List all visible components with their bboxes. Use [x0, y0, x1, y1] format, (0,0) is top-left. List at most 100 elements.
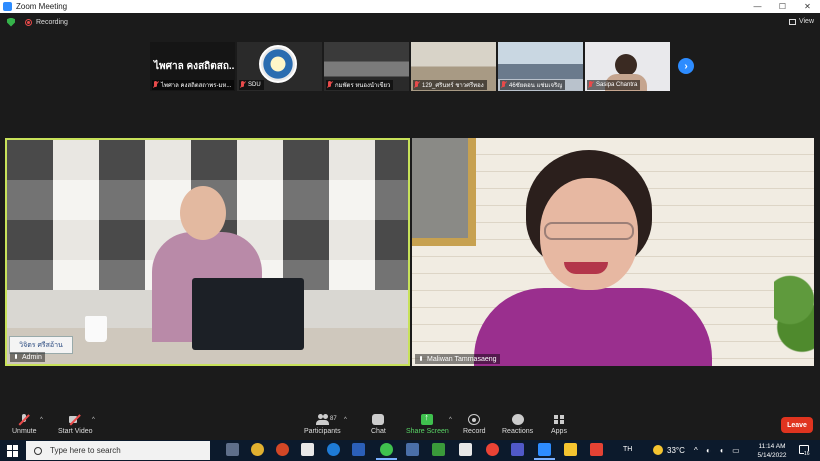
weather-widget[interactable]: 33°C: [653, 445, 685, 455]
video-off-icon: [69, 414, 81, 425]
participant-smile: [564, 262, 608, 274]
participants-count: 87: [330, 416, 337, 422]
laptop: [192, 278, 304, 350]
share-screen-button[interactable]: Share Screen: [406, 412, 449, 435]
participant-label: 46ชัยตอน แช่มเจริญ: [500, 80, 566, 90]
leave-button[interactable]: Leave: [781, 417, 813, 433]
video-name-label: Maliwan Tammasaeng: [415, 354, 500, 364]
close-button[interactable]: ✕: [795, 0, 820, 13]
mic-muted-icon: [500, 81, 507, 89]
apps-label: Apps: [551, 428, 567, 435]
system-tray-icons[interactable]: ^ ◐ ◖ ▭: [694, 446, 743, 455]
participant-video[interactable]: Maliwan Tammasaeng: [412, 138, 814, 366]
participant-thumbnail[interactable]: Sasipa Chantra: [585, 42, 670, 91]
participants-icon: [316, 414, 330, 425]
sun-icon: [653, 445, 663, 455]
unmute-button[interactable]: Unmute: [12, 414, 37, 435]
task-view-icon[interactable]: [226, 443, 239, 456]
edge-icon[interactable]: [327, 443, 340, 456]
zoom-taskbar-icon[interactable]: [534, 443, 555, 460]
reactions-icon: [511, 414, 524, 425]
plant: [774, 264, 814, 354]
temperature: 33°C: [667, 445, 685, 455]
view-grid-icon: [788, 18, 796, 25]
windows-start-icon[interactable]: [7, 444, 19, 457]
xbox-icon[interactable]: [432, 443, 445, 456]
record-button[interactable]: Record: [463, 414, 486, 435]
mic-muted-icon: [587, 81, 594, 89]
record-label: Record: [463, 428, 486, 435]
recording-icon: [25, 18, 32, 26]
notification-count: 16: [804, 451, 810, 457]
status-bar: Recording View: [0, 13, 820, 31]
unmute-label: Unmute: [12, 428, 37, 435]
window-title: Zoom Meeting: [16, 2, 68, 11]
participants-label: Participants: [304, 428, 341, 435]
acrobat-icon[interactable]: [590, 443, 603, 456]
apps-icon: [553, 414, 565, 425]
university-logo: [259, 45, 297, 83]
record-icon: [468, 414, 481, 425]
app-icon[interactable]: [459, 443, 472, 456]
language-indicator[interactable]: TH: [623, 446, 632, 453]
video-participant-name: Admin: [22, 353, 42, 361]
view-label: View: [798, 18, 814, 25]
mic-icon: [418, 355, 424, 363]
video-options-caret[interactable]: ^: [92, 417, 95, 423]
window-controls: — ☐ ✕: [745, 0, 820, 13]
participant-body: [474, 288, 712, 366]
mic-muted-icon: [152, 81, 159, 89]
chrome-icon[interactable]: [251, 443, 264, 456]
chat-icon: [372, 414, 385, 425]
mic-muted-icon: [413, 81, 420, 89]
apps-button[interactable]: Apps: [551, 414, 567, 435]
mic-icon: [13, 353, 19, 361]
next-page-button[interactable]: ›: [678, 58, 694, 74]
participant-thumbnail[interactable]: กมพัตร หนองนำเขียว: [324, 42, 409, 91]
start-video-button[interactable]: Start Video: [58, 414, 93, 435]
teams-icon[interactable]: [511, 443, 524, 456]
file-explorer-icon[interactable]: [564, 443, 577, 456]
participant-name-display: ไพศาล คงสถิตสถ...: [154, 61, 235, 72]
powerpoint-icon[interactable]: [276, 443, 289, 456]
participant-thumbnail[interactable]: SDU: [237, 42, 322, 91]
cup: [85, 316, 107, 342]
participant-name: SDU: [248, 82, 261, 88]
file-icon[interactable]: [301, 443, 314, 456]
calculator-icon[interactable]: [406, 443, 419, 456]
encryption-shield-icon[interactable]: [7, 17, 15, 27]
participant-name: ไพศาล คงสถิตสถาพร-มห...: [161, 83, 232, 89]
line-icon[interactable]: [376, 443, 397, 460]
participant-video-head: [615, 54, 637, 76]
chat-button[interactable]: Chat: [371, 414, 386, 435]
participants-options-caret[interactable]: ^: [344, 417, 347, 423]
chrome-alt-icon[interactable]: [486, 443, 499, 456]
participant-thumbnail[interactable]: 129_ศรินทร์ ชาวศรีทอง: [411, 42, 496, 91]
clock-date: 5/14/2022: [757, 452, 787, 459]
audio-options-caret[interactable]: ^: [40, 417, 43, 423]
mic-muted-icon: [239, 81, 246, 89]
active-speaker-video[interactable]: วิจิตร ศรีสอ้าน Admin: [5, 138, 410, 366]
minimize-button[interactable]: —: [745, 0, 770, 13]
share-options-caret[interactable]: ^: [449, 417, 452, 423]
participant-label: ไพศาล คงสถิตสถาพร-มห...: [152, 80, 235, 90]
speaker-head: [180, 186, 226, 240]
video-name-label: Admin: [10, 352, 45, 362]
reactions-label: Reactions: [502, 428, 534, 435]
reactions-button[interactable]: Reactions: [502, 414, 533, 435]
view-button[interactable]: View: [788, 16, 814, 27]
mic-muted-icon: [326, 81, 333, 89]
clock-time: 11:14 AM: [758, 443, 786, 450]
word-icon[interactable]: [352, 443, 365, 456]
taskbar-search-box[interactable]: Type here to search: [26, 441, 210, 460]
maximize-button[interactable]: ☐: [770, 0, 795, 13]
search-icon: [34, 446, 42, 455]
participant-label: กมพัตร หนองนำเขียว: [326, 80, 394, 90]
participant-thumbnail[interactable]: ไพศาล คงสถิตสถ... ไพศาล คงสถิตสถาพร-มห..…: [150, 42, 235, 91]
taskbar-clock[interactable]: 11:14 AM 5/14/2022: [752, 442, 792, 460]
zoom-window: Zoom Meeting — ☐ ✕ Recording View ไพศาล …: [0, 0, 820, 461]
video-participant-name: Maliwan Tammasaeng: [427, 355, 497, 363]
participant-thumbnail[interactable]: 46ชัยตอน แช่มเจริญ: [498, 42, 583, 91]
chat-label: Chat: [371, 428, 386, 435]
start-video-label: Start Video: [58, 428, 93, 435]
